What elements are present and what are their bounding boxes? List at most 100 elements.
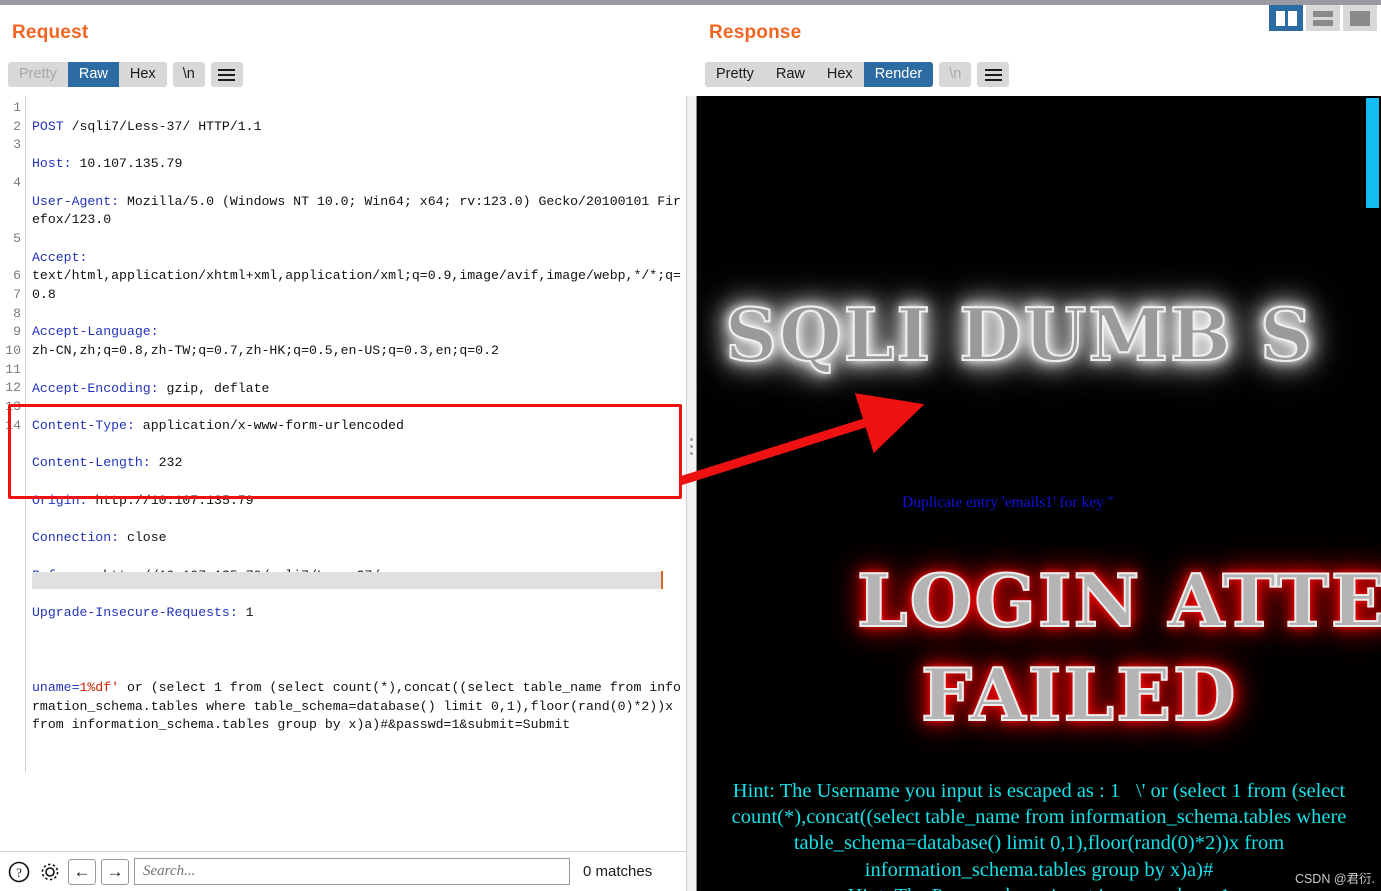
- help-icon[interactable]: ?: [6, 859, 32, 885]
- line-number: 11: [5, 361, 21, 377]
- header-name: Content-Length:: [32, 455, 151, 471]
- line-number: 3: [13, 137, 21, 153]
- search-input[interactable]: [134, 858, 570, 885]
- request-editor[interactable]: 1 2 3 . 4 . . 5 . 6 7 8 9 10 11 12 13 14…: [0, 96, 686, 852]
- search-prev-button[interactable]: ←: [68, 858, 96, 885]
- request-menu-icon[interactable]: [210, 62, 243, 87]
- line-number: 14: [5, 417, 21, 433]
- layout-single-pane-button[interactable]: [1343, 5, 1377, 31]
- header-name: Accept-Language:: [32, 324, 159, 340]
- svg-text:?: ?: [16, 865, 22, 880]
- response-menu-icon[interactable]: [977, 62, 1010, 87]
- panel-divider-grip-icon[interactable]: [690, 438, 693, 455]
- response-scrollbar-track[interactable]: [1366, 96, 1381, 891]
- layout-mode-buttons: [1269, 5, 1377, 31]
- line-number: 7: [13, 286, 21, 302]
- header-value: 232: [150, 455, 183, 471]
- request-tab-hex[interactable]: Hex: [118, 62, 167, 87]
- line-number: 6: [13, 268, 21, 284]
- payload-sql-part2: information_schema.tables group by x)a)#…: [71, 717, 571, 733]
- response-scrollbar-thumb[interactable]: [1366, 98, 1379, 208]
- code-line: POST /sqli7/Less-37/ HTTP/1.1: [32, 118, 686, 137]
- hint-password-text: Hint: The Password you input is escaped …: [701, 883, 1377, 891]
- line-number: 12: [5, 380, 21, 396]
- header-name: Upgrade-Insecure-Requests:: [32, 604, 238, 620]
- split-horizontal-icon: [1313, 10, 1333, 26]
- request-line-numbers: 1 2 3 . 4 . . 5 . 6 7 8 9 10 11 12 13 14: [0, 96, 26, 773]
- search-toolbar: ? ← → 0 matches: [0, 852, 686, 891]
- payload-selection-highlight: [32, 572, 662, 589]
- layout-split-vertical-button[interactable]: [1269, 5, 1303, 31]
- line-number: 4: [13, 174, 21, 190]
- header-value: 10.107.135.79: [71, 156, 183, 172]
- single-pane-icon: [1350, 10, 1370, 26]
- code-line: Connection: close: [32, 529, 686, 548]
- payload-param-name: uname=: [32, 679, 80, 695]
- request-code-text[interactable]: POST /sqli7/Less-37/ HTTP/1.1 Host: 10.1…: [26, 96, 686, 772]
- panel-divider[interactable]: [686, 96, 697, 891]
- line-number: 13: [5, 399, 21, 414]
- header-name: Connection:: [32, 530, 120, 546]
- response-newline-button[interactable]: \n: [939, 62, 972, 87]
- line-number-wrap: .: [0, 155, 25, 174]
- line-number-wrap: .: [0, 192, 25, 211]
- layout-split-horizontal-button[interactable]: [1306, 5, 1340, 31]
- header-value: Mozilla/5.0 (Windows NT 10.0; Win64; x64…: [32, 193, 681, 228]
- line-number: 2: [13, 118, 21, 134]
- line-number: 1: [13, 100, 21, 115]
- response-tabs: Pretty Raw Hex Render \n: [705, 62, 1010, 87]
- header-value: 1: [237, 604, 254, 620]
- sql-error-message: Duplicate entry 'emails1' for key '': [902, 494, 1114, 511]
- request-format-tabgroup: Pretty Raw Hex: [8, 62, 167, 87]
- code-line: User-Agent: Mozilla/5.0 (Windows NT 10.0…: [32, 193, 686, 230]
- code-line-payload: uname=1%df' or (select 1 from (select co…: [32, 679, 686, 735]
- header-value: http://10.107.135.79: [87, 492, 254, 508]
- http-target: /sqli7/Less-37/ HTTP/1.1: [63, 118, 262, 134]
- code-line: Upgrade-Insecure-Requests: 1: [32, 604, 686, 623]
- header-value: close: [119, 530, 167, 546]
- code-line: Accept-Encoding: gzip, deflate: [32, 380, 686, 399]
- header-value: text/html,application/xhtml+xml,applicat…: [32, 268, 681, 303]
- hint-username-text: Hint: The Username you input is escaped …: [731, 780, 1347, 881]
- line-number: 10: [5, 342, 21, 358]
- code-line: Content-Type: application/x-www-form-url…: [32, 417, 686, 436]
- line-number-wrap: .: [0, 249, 25, 268]
- header-value: application/x-www-form-urlencoded: [134, 417, 404, 433]
- code-line: Origin: http://10.107.135.79: [32, 492, 686, 511]
- header-name: User-Agent:: [32, 193, 120, 209]
- login-attempt-banner-line1: LOGIN ATTEM: [856, 557, 1381, 644]
- header-value: gzip, deflate: [158, 380, 270, 396]
- header-name: Host:: [32, 156, 72, 172]
- response-tab-pretty[interactable]: Pretty: [705, 62, 765, 87]
- sqli-dumb-banner: SQLI DUMB S: [724, 291, 1314, 378]
- header-name: Content-Type:: [32, 417, 135, 433]
- response-tab-raw[interactable]: Raw: [764, 62, 816, 87]
- burp-suite-repeater-window: Request Pretty Raw Hex \n 1 2 3 . 4 . . …: [0, 0, 1381, 891]
- response-tab-render[interactable]: Render: [863, 62, 934, 87]
- request-tabs: Pretty Raw Hex \n: [8, 62, 243, 87]
- line-number: 8: [13, 305, 21, 321]
- request-tab-raw[interactable]: Raw: [67, 62, 119, 87]
- login-attempt-banner-line2: FAILED: [920, 651, 1238, 738]
- response-panel-title: Response: [709, 22, 802, 43]
- code-line: Accept: text/html,application/xhtml+xml,a…: [32, 249, 686, 305]
- header-name: Accept-Encoding:: [32, 380, 159, 396]
- response-rendered-page[interactable]: SQLI DUMB S Duplicate entry 'emails1' fo…: [697, 96, 1381, 891]
- header-name: Origin:: [32, 492, 88, 508]
- code-line: Accept-Language: zh-CN,zh;q=0.8,zh-TW;q=0…: [32, 323, 686, 360]
- hint-block: Hint: The Username you input is escaped …: [701, 778, 1377, 891]
- window-top-bar: [0, 0, 1381, 5]
- response-tab-hex[interactable]: Hex: [815, 62, 864, 87]
- search-next-button[interactable]: →: [101, 858, 129, 885]
- header-name: Accept:: [32, 249, 88, 265]
- split-vertical-icon: [1275, 10, 1297, 26]
- line-number: 9: [13, 324, 21, 340]
- request-newline-button[interactable]: \n: [172, 62, 205, 87]
- header-value: zh-CN,zh;q=0.8,zh-TW;q=0.7,zh-HK;q=0.5,e…: [32, 343, 499, 359]
- request-tab-pretty[interactable]: Pretty: [8, 62, 68, 87]
- payload-param-value: 1%df': [79, 679, 120, 695]
- settings-gear-icon[interactable]: [37, 859, 63, 885]
- line-number: 5: [13, 230, 21, 246]
- text-caret: [661, 571, 663, 589]
